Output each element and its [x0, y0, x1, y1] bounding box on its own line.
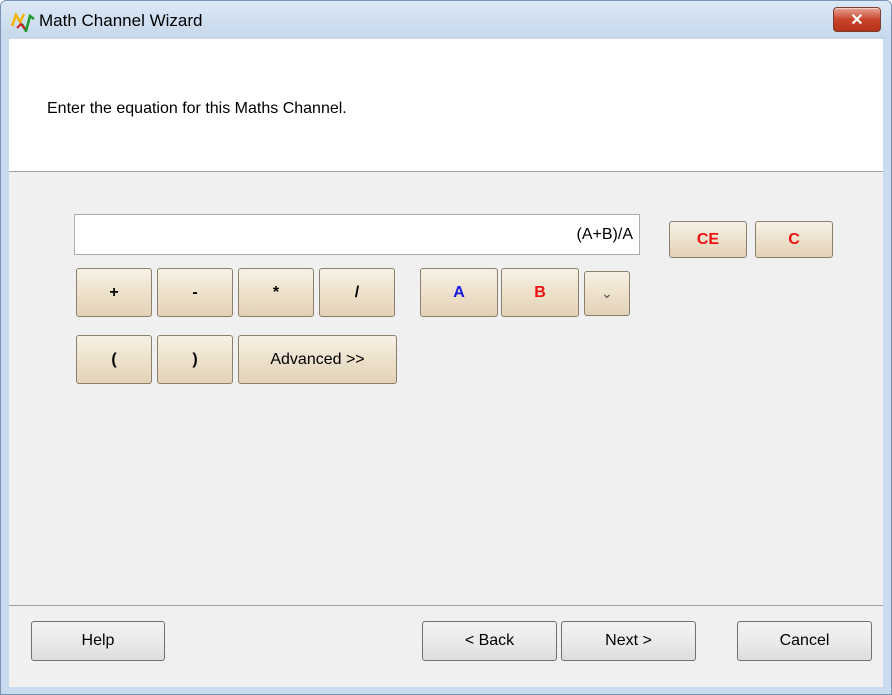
clear-button[interactable]: C: [755, 221, 833, 258]
wizard-body: Enter the equation for this Maths Channe…: [9, 39, 883, 687]
close-button[interactable]: ✕: [833, 7, 881, 32]
divide-button[interactable]: /: [319, 268, 395, 317]
window-title: Math Channel Wizard: [39, 11, 203, 30]
help-button[interactable]: Help: [31, 621, 165, 661]
close-parenthesis-button[interactable]: ): [157, 335, 233, 384]
equation-input[interactable]: (A+B)/A: [74, 214, 640, 255]
advanced-button[interactable]: Advanced >>: [238, 335, 397, 384]
instruction-text: Enter the equation for this Maths Channe…: [47, 100, 347, 117]
clear-entry-button[interactable]: CE: [669, 221, 747, 258]
more-channels-dropdown[interactable]: ⌄: [584, 271, 630, 316]
channel-a-button[interactable]: A: [420, 268, 498, 317]
multiply-button[interactable]: *: [238, 268, 314, 317]
back-button[interactable]: < Back: [422, 621, 557, 661]
footer-divider: [9, 605, 883, 606]
next-button[interactable]: Next >: [561, 621, 696, 661]
close-icon: ✕: [850, 11, 864, 29]
waveform-app-icon: [11, 12, 35, 32]
title-bar[interactable]: Math Channel Wizard ✕: [1, 1, 891, 39]
header-panel: Enter the equation for this Maths Channe…: [9, 39, 883, 172]
math-channel-wizard-window: Math Channel Wizard ✕ Enter the equation…: [0, 0, 892, 695]
minus-button[interactable]: -: [157, 268, 233, 317]
chevron-down-icon: ⌄: [601, 285, 613, 301]
plus-button[interactable]: +: [76, 268, 152, 317]
cancel-button[interactable]: Cancel: [737, 621, 872, 661]
channel-b-button[interactable]: B: [501, 268, 579, 317]
open-parenthesis-button[interactable]: (: [76, 335, 152, 384]
